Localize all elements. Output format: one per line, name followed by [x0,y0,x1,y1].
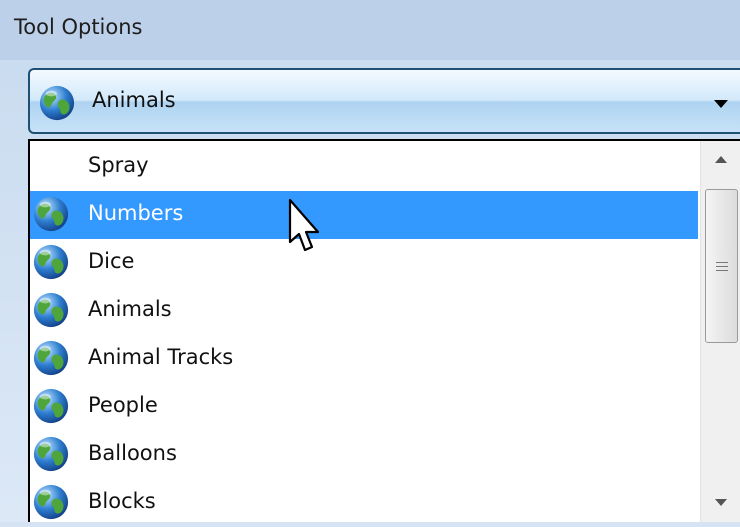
arrow-down-icon [715,499,727,506]
vertical-scrollbar[interactable] [700,141,740,522]
item-label: People [88,393,158,417]
scroll-down-button[interactable] [701,482,740,522]
globe-icon [33,340,69,376]
combobox-selected-value: Animals [92,88,176,112]
dropdown-item-spray[interactable]: Spray [30,143,698,191]
globe-icon [33,436,69,472]
item-label: Animals [88,297,172,321]
dropdown-item-people[interactable]: People [30,383,698,431]
globe-icon [33,292,69,328]
dropdown-item-dice[interactable]: Dice [30,239,698,287]
dropdown-list: Spray Numbers Dice Animals Animal Tracks… [28,139,740,522]
item-label: Balloons [88,441,177,465]
dropdown-item-numbers[interactable]: Numbers [30,191,698,239]
arrow-up-icon [715,156,727,163]
item-label: Dice [88,249,135,273]
globe-icon [33,196,69,232]
item-label: Spray [88,153,149,177]
globe-icon [39,85,75,121]
dropdown-item-blocks[interactable]: Blocks [30,479,698,527]
dropdown-items: Spray Numbers Dice Animals Animal Tracks… [30,141,698,522]
stamp-category-combobox[interactable]: Animals [28,68,740,134]
item-label: Blocks [88,489,156,513]
grip-line [716,266,728,267]
scroll-up-button[interactable] [701,141,740,181]
item-label: Numbers [88,201,184,225]
grip-line [716,270,728,271]
dropdown-item-balloons[interactable]: Balloons [30,431,698,479]
dropdown-item-animals[interactable]: Animals [30,287,698,335]
scrollbar-thumb[interactable] [705,189,738,343]
panel-title: Tool Options [14,15,143,39]
globe-icon [33,244,69,280]
dropdown-item-animal-tracks[interactable]: Animal Tracks [30,335,698,383]
tool-options-header: Tool Options [0,0,740,60]
grip-line [716,262,728,263]
globe-icon [33,484,69,520]
item-label: Animal Tracks [88,345,234,369]
dropdown-arrow-icon[interactable] [714,100,728,108]
globe-icon [33,388,69,424]
mouse-pointer-icon [288,198,320,252]
